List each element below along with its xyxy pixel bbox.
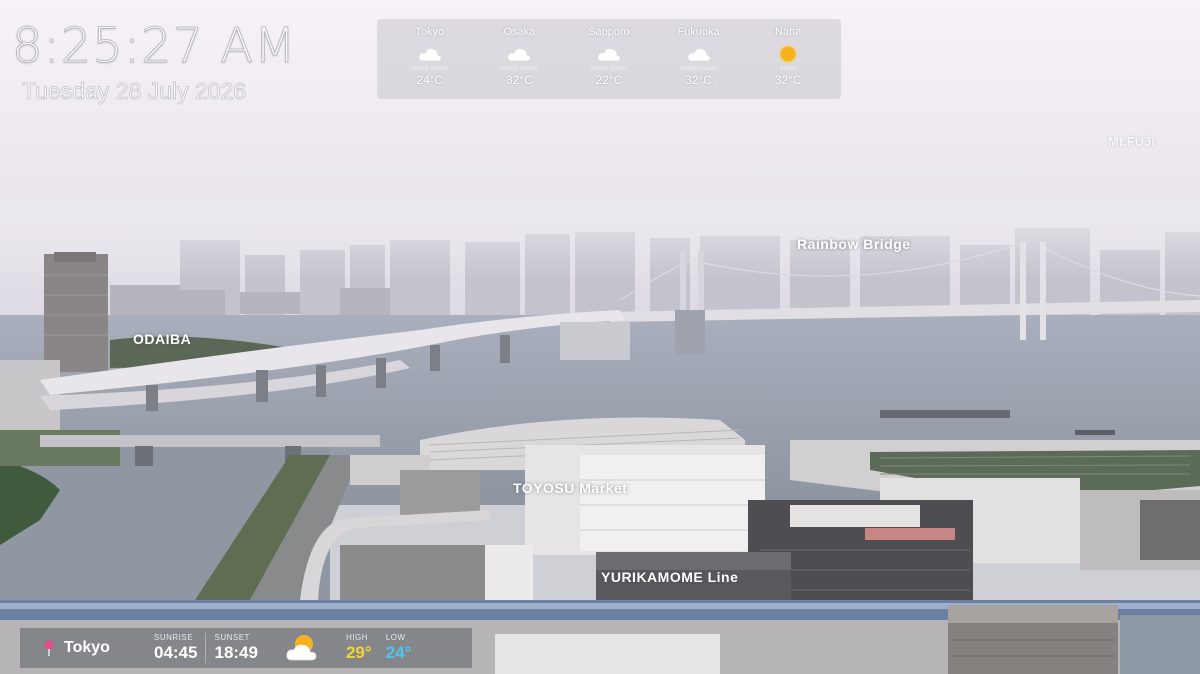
sunset: SUNSET 18:49 [214,633,257,663]
label-yurikamome-line: YURIKAMOME Line [601,569,739,585]
location-name: Tokyo [64,639,110,656]
low-value: 24° [385,643,412,662]
forecast-temp: 22°C [595,73,623,87]
label-mt-fuji: Mt.FUJI [1108,134,1155,149]
forecast-city-name: Fukuoka [677,26,720,38]
high-label: HIGH [345,633,368,642]
forecast-city-name: Sapporo [588,26,630,38]
low-label: LOW [385,633,406,642]
forecast-temp: 32°C [685,73,712,87]
live-camera-view: 8:25:27 AM Tuesday 28 July 2026 Tokyo Mo… [0,0,1200,674]
forecast-temp: 32°C [774,73,802,87]
label-odaiba: ODAIBA [133,331,192,347]
forecast-condition: Sunny [779,66,797,72]
local-weather-bar: Tokyo SUNRISE 04:45 SUNSET 18:49 HIGH 29… [20,628,472,668]
forecast-temp: 24°C [416,73,444,87]
cloud-icon [507,48,531,62]
sunrise: SUNRISE 04:45 [154,633,197,663]
forecast-fukuoka: Fukuoka Mostly cloudy 32°C [659,25,739,99]
sun-icon [779,45,797,63]
high-temp: HIGH 29° [346,633,372,663]
sunset-time: 18:49 [214,643,258,662]
label-toyosu-market: TOYOSU Market [513,480,628,496]
forecast-condition: Mostly cloudy [680,66,717,72]
label-rainbow-bridge: Rainbow Bridge [797,236,911,252]
sunrise-label: SUNRISE [154,633,194,642]
low-temp: LOW 24° [386,633,412,663]
forecast-temp: 32°C [505,73,533,87]
partly-cloudy-icon [286,635,317,661]
cloud-icon [597,48,621,62]
forecast-naha: Naha Sunny 32°C [748,25,828,99]
sunrise-time: 04:45 [154,643,198,662]
forecast-condition: Mostly cloudy [411,66,448,72]
location-pin-icon [44,640,54,656]
forecast-condition: Mostly cloudy [590,66,628,72]
forecast-city-name: Naha [775,26,802,38]
regional-forecast-panel: Tokyo Mostly cloudy 24°C Osaka Mostly cl… [377,19,841,99]
high-value: 29° [345,643,372,662]
location: Tokyo [20,639,152,657]
forecast-condition: Mostly cloudy [501,66,538,72]
divider [205,633,207,663]
sunset-label: SUNSET [214,633,250,642]
clock-time: 8:25:27 AM [12,18,297,75]
forecast-tokyo: Tokyo Mostly cloudy 24°C [390,25,470,99]
forecast-city-name: Tokyo [415,26,445,38]
forecast-sapporo: Sapporo Mostly cloudy 22°C [569,25,649,99]
cloud-icon [418,48,442,62]
clock-date: Tuesday 28 July 2026 [22,78,247,105]
forecast-city-name: Osaka [503,26,536,38]
forecast-osaka: Osaka Mostly cloudy 32°C [479,25,559,99]
cloud-icon [687,48,711,62]
